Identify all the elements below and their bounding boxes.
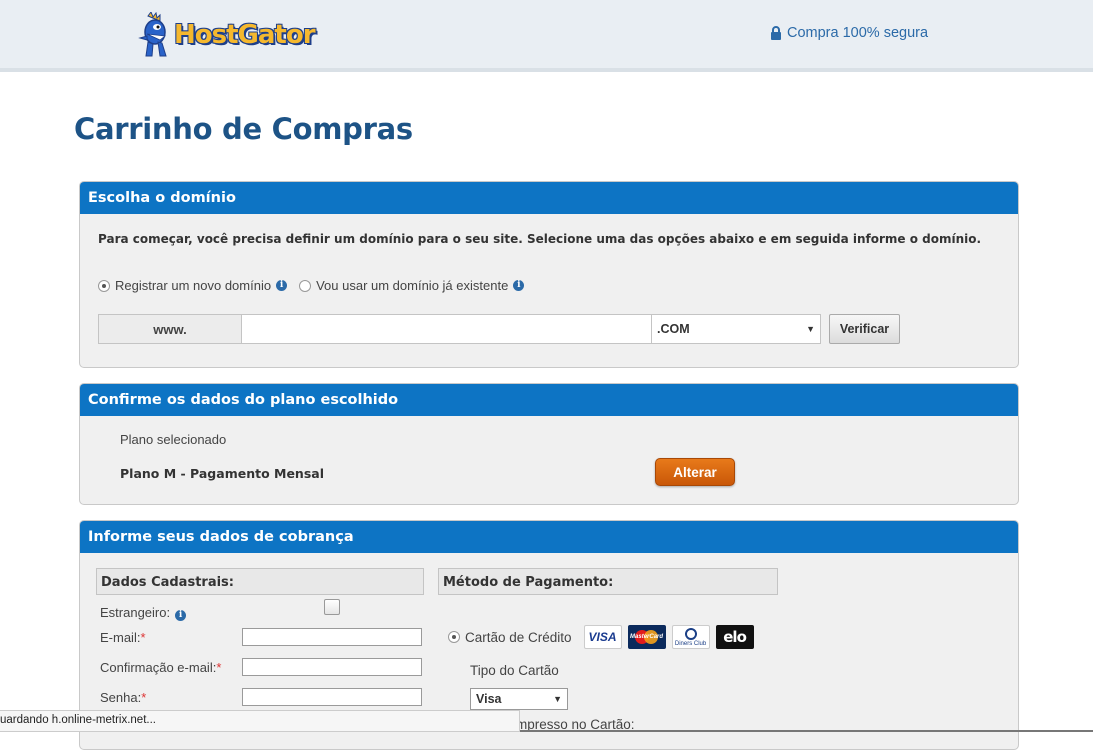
card-type-label: Tipo do Cartão — [470, 663, 559, 678]
selected-plan-label: Plano selecionado — [120, 432, 227, 447]
change-plan-button[interactable]: Alterar — [655, 458, 735, 486]
tld-selected-value: .COM — [657, 322, 690, 336]
billing-panel-heading: Informe seus dados de cobrança — [80, 521, 1018, 553]
credit-card-label[interactable]: Cartão de Crédito — [465, 630, 572, 645]
diners-text: Diners Club — [674, 640, 707, 647]
password-field[interactable] — [242, 688, 422, 706]
chevron-down-icon: ▼ — [553, 694, 562, 704]
domain-entry-row: www. .COM ▼ Verificar — [98, 314, 900, 344]
credit-card-option: Cartão de Crédito VISA MasterCard Diners… — [448, 625, 760, 649]
existing-domain-label[interactable]: Vou usar um domínio já existente — [316, 278, 508, 293]
domain-instructions: Para começar, você precisa definir um do… — [98, 232, 982, 246]
confirm-email-label: Confirmação e-mail:* — [100, 660, 221, 675]
domain-panel: Escolha o domínio Para começar, você pre… — [79, 181, 1019, 368]
gator-mascot-icon — [138, 12, 167, 57]
browser-status-bar: uardando h.online-metrix.net... — [0, 710, 520, 732]
foreigner-label: Estrangeiro: i — [100, 605, 187, 621]
elo-logo-icon: elo — [715, 625, 754, 649]
radio-credit-card[interactable] — [448, 631, 460, 643]
plan-panel-heading: Confirme os dados do plano escolhido — [80, 384, 1018, 416]
card-brands: VISA MasterCard Diners Club elo — [583, 625, 760, 649]
required-mark: * — [141, 690, 147, 705]
domain-input[interactable] — [242, 314, 652, 344]
foreigner-checkbox[interactable] — [324, 599, 340, 615]
elo-text: elo — [723, 628, 747, 646]
mastercard-logo-icon: MasterCard — [627, 625, 666, 649]
domain-panel-heading: Escolha o domínio — [80, 182, 1018, 214]
logo-text: HostGator — [174, 20, 316, 50]
secure-purchase-badge: Compra 100% segura — [770, 25, 928, 41]
info-icon[interactable]: i — [175, 610, 187, 621]
top-header: HostGator Compra 100% segura — [0, 0, 1093, 72]
password-label: Senha:* — [100, 690, 146, 705]
confirm-email-label-text: Confirmação e-mail: — [100, 660, 217, 675]
info-icon[interactable]: i — [276, 280, 288, 291]
visa-logo-icon: VISA — [583, 625, 622, 649]
plan-name: Plano M - Pagamento Mensal — [120, 466, 324, 481]
new-domain-label[interactable]: Registrar um novo domínio — [115, 278, 271, 293]
plan-panel: Confirme os dados do plano escolhido Pla… — [79, 383, 1019, 505]
payment-method-heading: Método de Pagamento: — [438, 568, 778, 595]
email-label: E-mail:* — [100, 630, 146, 645]
secure-text: Compra 100% segura — [787, 25, 929, 41]
visa-text: VISA — [588, 630, 617, 644]
password-label-text: Senha: — [100, 690, 142, 705]
required-mark: * — [216, 660, 222, 675]
required-mark: * — [140, 630, 146, 645]
mastercard-text: MasterCard — [630, 634, 664, 640]
email-label-text: E-mail: — [100, 630, 141, 645]
card-type-selected-value: Visa — [476, 692, 502, 706]
tld-select[interactable]: .COM ▼ — [652, 314, 821, 344]
page-title: Carrinho de Compras — [74, 112, 413, 146]
lock-icon — [771, 26, 781, 40]
card-type-select[interactable]: Visa ▼ — [470, 688, 568, 710]
diners-club-logo-icon: Diners Club — [671, 625, 710, 649]
chevron-down-icon: ▼ — [806, 324, 815, 334]
www-prefix: www. — [98, 314, 242, 344]
foreigner-label-text: Estrangeiro: — [100, 605, 171, 620]
info-icon[interactable]: i — [513, 280, 525, 291]
confirm-email-field[interactable] — [242, 658, 422, 676]
hostgator-logo[interactable]: HostGator — [138, 12, 316, 58]
verify-button[interactable]: Verificar — [829, 314, 900, 344]
personal-data-heading: Dados Cadastrais: — [96, 568, 424, 595]
radio-existing-domain[interactable] — [299, 279, 312, 292]
domain-options: Registrar um novo domínio i Vou usar um … — [98, 278, 525, 293]
radio-new-domain[interactable] — [98, 279, 110, 292]
email-field[interactable] — [242, 628, 422, 646]
